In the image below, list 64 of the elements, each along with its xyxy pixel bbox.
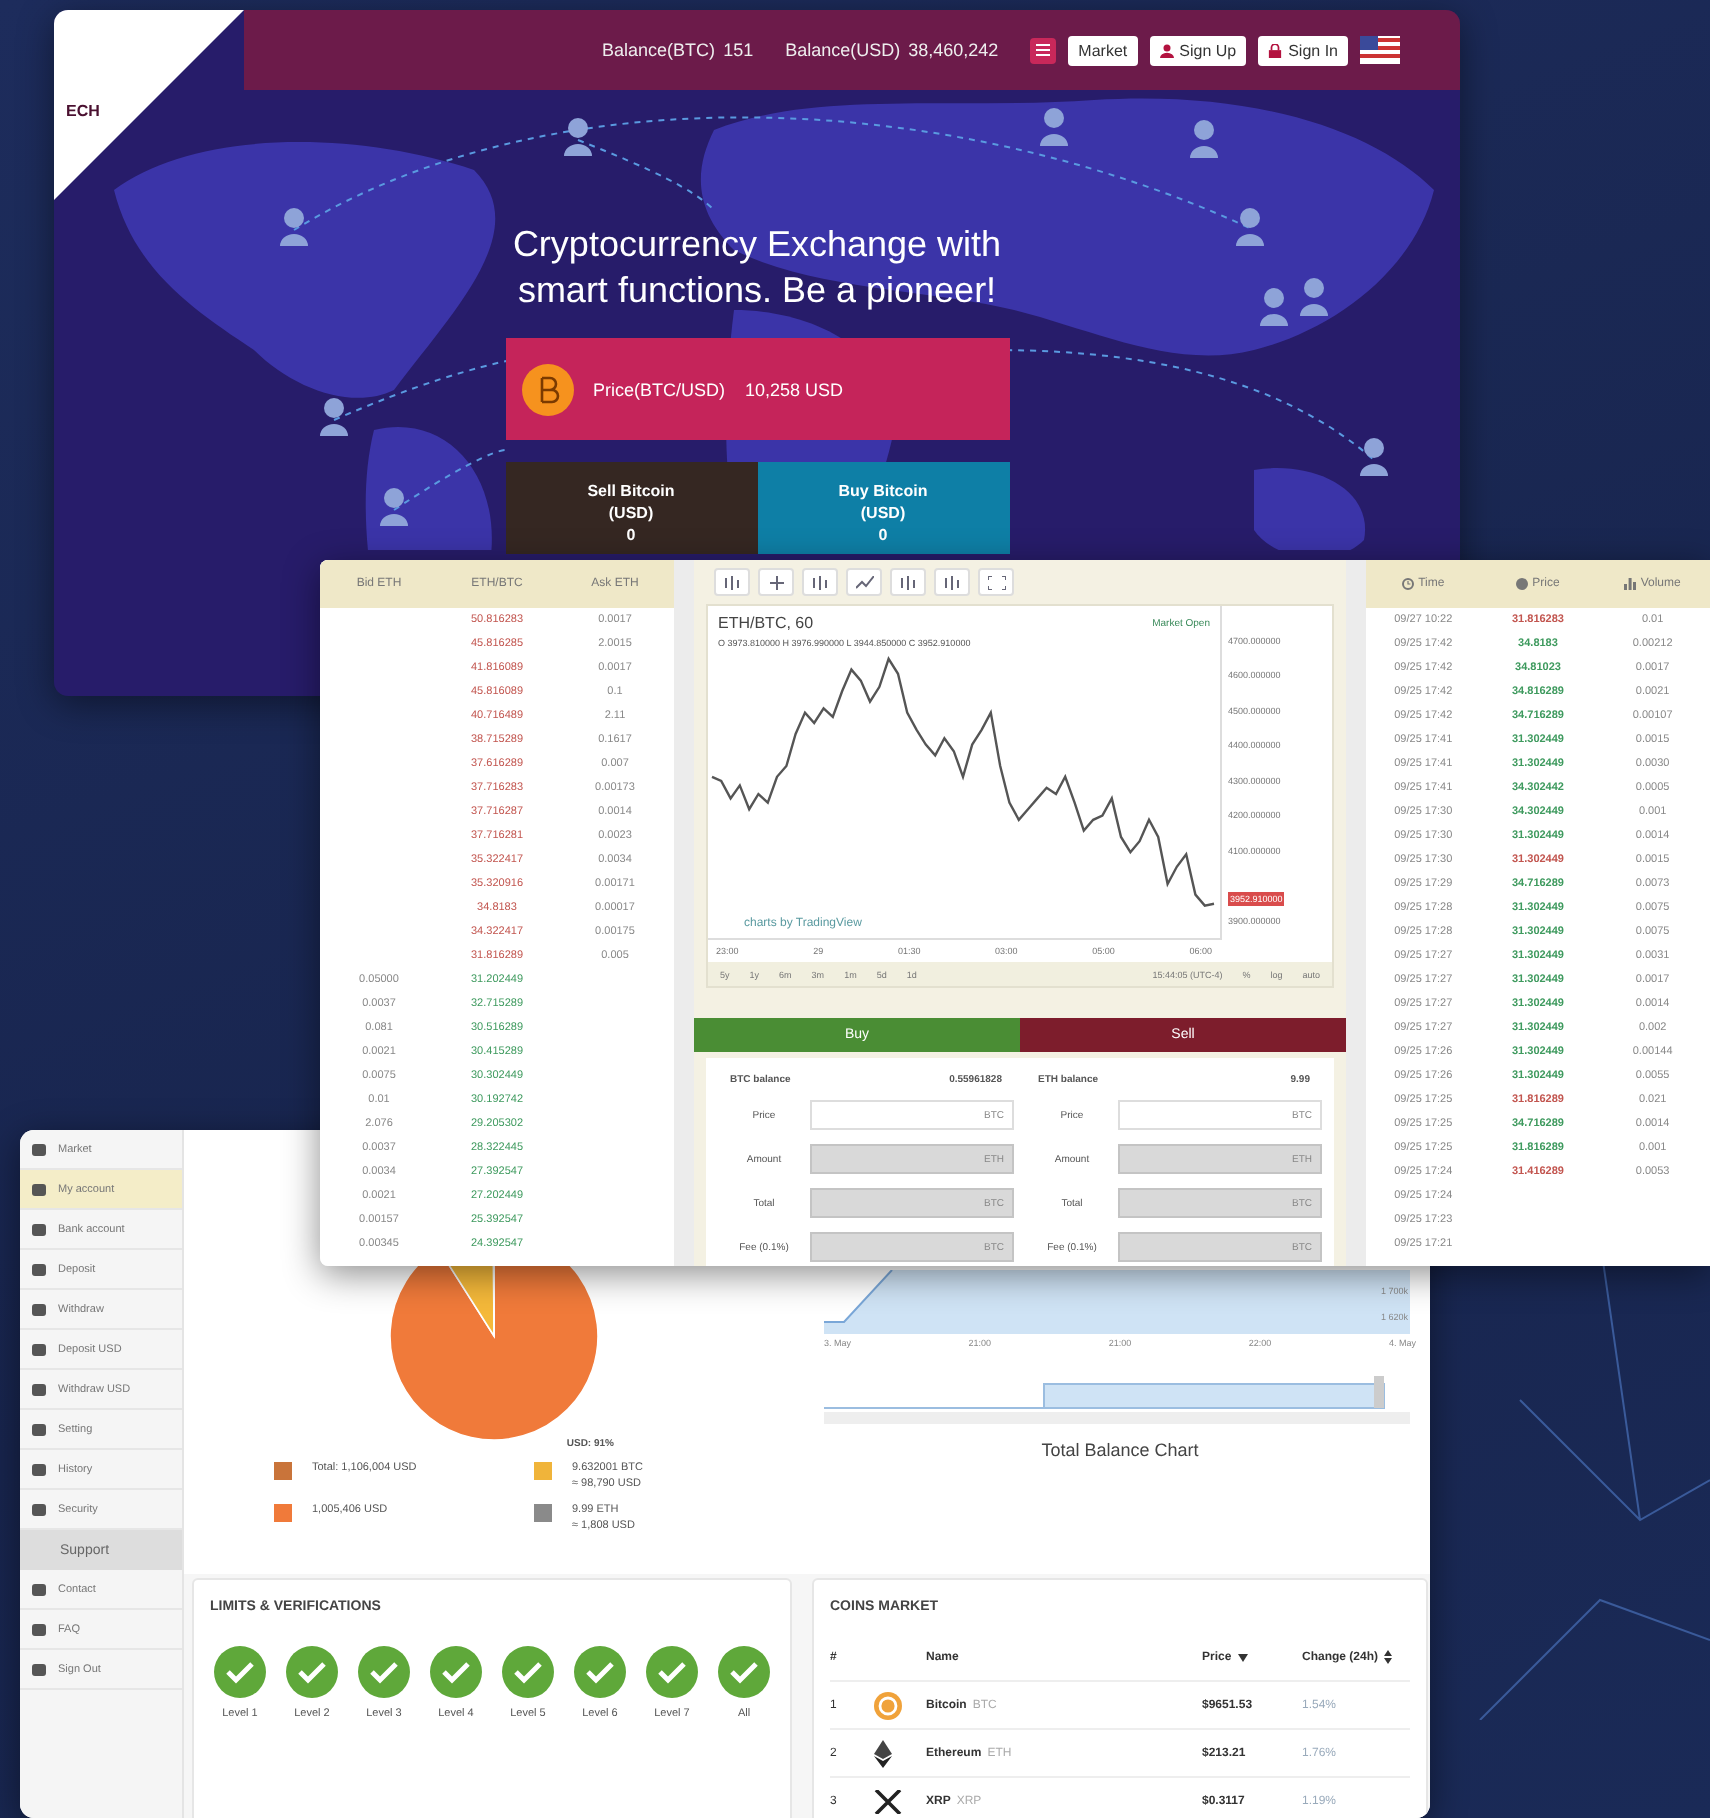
price-value: 10,258 USD xyxy=(745,379,844,399)
plus-icon[interactable] xyxy=(758,568,794,596)
person-icon xyxy=(564,118,592,156)
price-label: Price(BTC/USD) xyxy=(593,379,726,399)
flag-icon[interactable] xyxy=(1360,36,1400,64)
indicator-icon[interactable] xyxy=(934,568,970,596)
candle-icon[interactable] xyxy=(802,568,838,596)
x-icon xyxy=(874,1789,902,1813)
clock-icon xyxy=(1402,578,1415,590)
panel-title: Sell Bitcoin xyxy=(587,480,675,502)
bullet-icon xyxy=(32,1423,46,1435)
balance-value: 38,460,242 xyxy=(908,40,999,60)
user-icon xyxy=(1159,43,1174,57)
panel-value: 0 xyxy=(626,524,636,546)
sort-icon xyxy=(1384,1650,1393,1664)
bullet-icon xyxy=(32,1223,46,1235)
coin-icon xyxy=(1516,578,1529,590)
coin-icon xyxy=(874,1691,902,1719)
bullet-icon xyxy=(32,1503,46,1515)
chart-symbol: ETH/BTC, 60 xyxy=(718,614,814,632)
bullet-icon xyxy=(32,1303,46,1315)
panel-unit: (USD) xyxy=(608,502,654,524)
bars-icon[interactable] xyxy=(714,568,750,596)
connection-line xyxy=(393,449,507,511)
person-icon xyxy=(380,488,408,526)
sell-panel[interactable]: Sell Bitcoin (USD) 0 xyxy=(505,462,757,554)
lock-icon xyxy=(1268,43,1283,57)
buy-panel[interactable]: Buy Bitcoin (USD) 0 xyxy=(757,462,1009,554)
caret-icon xyxy=(1237,1653,1248,1661)
nav-button[interactable]: Sign Up xyxy=(1149,35,1247,65)
person-icon xyxy=(1300,278,1328,316)
person-icon xyxy=(1190,120,1218,158)
person-icon xyxy=(1360,438,1388,476)
bar-chart-icon xyxy=(1624,578,1637,590)
panel-value: 0 xyxy=(878,524,888,546)
person-icon xyxy=(1040,108,1068,146)
bullet-icon xyxy=(32,1143,46,1155)
bullet-icon xyxy=(32,1383,46,1395)
person-icon xyxy=(320,398,348,436)
nav-button[interactable]: Market xyxy=(1068,35,1138,65)
compare-icon[interactable] xyxy=(890,568,926,596)
bullet-icon xyxy=(32,1343,46,1355)
panel-unit: (USD) xyxy=(860,502,906,524)
person-icon xyxy=(1260,288,1288,326)
bullet-icon xyxy=(32,1263,46,1275)
balance-value: 151 xyxy=(723,40,754,60)
bullet-icon xyxy=(32,1583,46,1595)
balance-label: Balance(USD) xyxy=(785,40,901,60)
person-icon xyxy=(1236,208,1264,246)
bullet-icon xyxy=(32,1663,46,1675)
bullet-icon xyxy=(32,1623,46,1635)
diamond-icon xyxy=(874,1739,892,1767)
bullet-icon xyxy=(32,1463,46,1475)
balance-label: Balance(BTC) xyxy=(602,40,716,60)
bitcoin-icon xyxy=(521,363,573,415)
chart-title: Total Balance Chart xyxy=(1039,1440,1201,1460)
person-icon xyxy=(280,208,308,246)
bullet-icon xyxy=(32,1183,46,1195)
fullscreen-icon[interactable] xyxy=(978,568,1014,596)
panel-title: Buy Bitcoin xyxy=(838,480,928,502)
menu-icon[interactable] xyxy=(1030,37,1057,63)
logo-text: ECH xyxy=(66,102,100,120)
headline: Cryptocurrency Exchange with smart functions. Be a pioneer! xyxy=(510,222,1004,314)
nav-button[interactable]: Sign In xyxy=(1258,35,1348,65)
